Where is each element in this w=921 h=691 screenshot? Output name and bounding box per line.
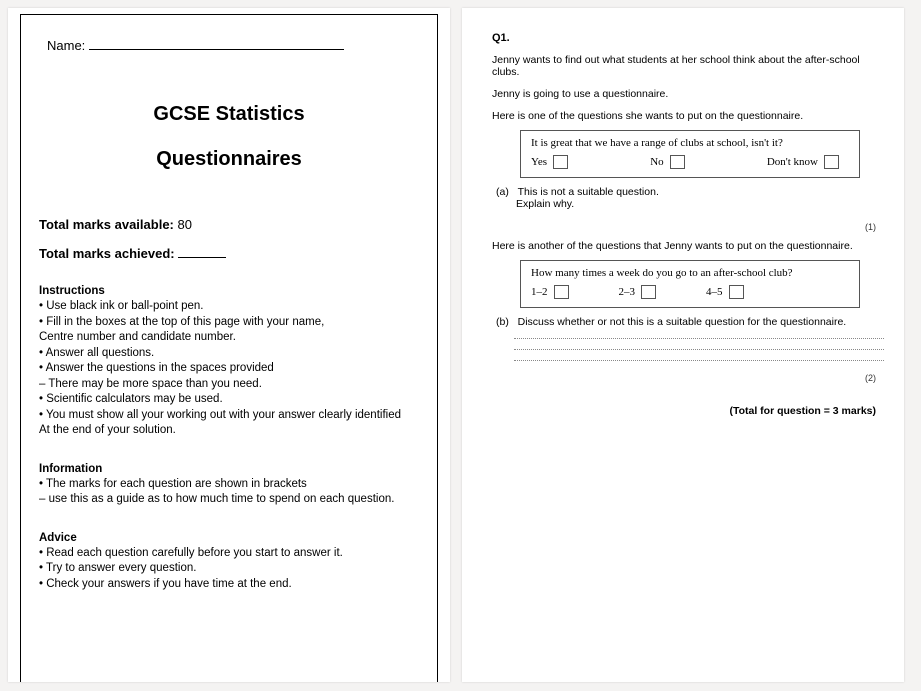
marks-block: Total marks available: 80 Total marks ac… (39, 217, 419, 261)
answer-line[interactable] (514, 360, 884, 361)
doc-title-1: GCSE Statistics (39, 103, 419, 126)
name-row: Name: (47, 37, 419, 53)
question-total: (Total for question = 3 marks) (492, 405, 876, 417)
questionnaire-box-1: It is great that we have a range of club… (520, 130, 860, 178)
advice-line: • Try to answer every question. (39, 561, 419, 577)
instruction-line: • Answer all questions. (39, 346, 419, 362)
instruction-line: • Scientific calculators may be used. (39, 392, 419, 408)
box1-opt-label: No (650, 156, 663, 168)
answer-line[interactable] (514, 349, 884, 350)
q1-intro-1: Jenny wants to find out what students at… (492, 54, 878, 78)
title-block: GCSE Statistics Questionnaires (39, 103, 419, 171)
page-1: Name: GCSE Statistics Questionnaires Tot… (8, 8, 450, 682)
box1-prompt: It is great that we have a range of club… (531, 137, 849, 149)
instruction-line: At the end of your solution. (39, 423, 419, 439)
instruction-line: – There may be more space than you need. (39, 377, 419, 393)
q1-intro-2: Jenny is going to use a questionnaire. (492, 88, 878, 100)
advice-heading: Advice (39, 532, 419, 544)
box1-options: Yes No Don't know (531, 155, 849, 169)
q1-intro-3: Here is one of the questions she wants t… (492, 110, 878, 122)
instruction-line: • You must show all your working out wit… (39, 408, 419, 424)
part-b: (b) Discuss whether or not this is a sui… (492, 316, 878, 328)
checkbox-icon[interactable] (824, 155, 839, 169)
total-achieved-blank[interactable] (178, 246, 226, 258)
box2-opt-label: 2–3 (619, 286, 636, 298)
advice-line: • Check your answers if you have time at… (39, 577, 419, 593)
box2-prompt: How many times a week do you go to an af… (531, 267, 849, 279)
information-heading: Information (39, 463, 419, 475)
box2-opt-label: 1–2 (531, 286, 548, 298)
questionnaire-box-2: How many times a week do you go to an af… (520, 260, 860, 308)
page-2-content: Q1. Jenny wants to find out what student… (474, 14, 892, 682)
information-line: • The marks for each question are shown … (39, 477, 419, 493)
total-achieved-label: Total marks achieved: (39, 246, 178, 261)
box1-opt-label: Yes (531, 156, 547, 168)
name-blank[interactable] (89, 37, 344, 50)
part-b-label: (b) (496, 316, 509, 328)
information-list: • The marks for each question are shown … (39, 477, 419, 508)
total-achieved-line: Total marks achieved: (39, 246, 419, 261)
part-a: (a) This is not a suitable question. Exp… (492, 186, 878, 210)
checkbox-icon[interactable] (729, 285, 744, 299)
instruction-line: • Answer the questions in the spaces pro… (39, 361, 419, 377)
total-available-value: 80 (178, 217, 192, 232)
part-a-text-1: This is not a suitable question. (518, 186, 659, 198)
part-b-marks: (2) (492, 373, 876, 383)
checkbox-icon[interactable] (553, 155, 568, 169)
doc-title-2: Questionnaires (39, 148, 419, 171)
part-b-text: Discuss whether or not this is a suitabl… (518, 316, 847, 328)
total-available-label: Total marks available: (39, 217, 178, 232)
box2-options: 1–2 2–3 4–5 (531, 285, 849, 299)
part-a-label: (a) (496, 186, 509, 198)
total-available-line: Total marks available: 80 (39, 217, 419, 232)
part-a-marks: (1) (492, 222, 876, 232)
answer-line[interactable] (514, 338, 884, 339)
box1-opt-label: Don't know (767, 156, 818, 168)
instruction-line: Centre number and candidate number. (39, 330, 419, 346)
instructions-list: • Use black ink or ball-point pen. • Fil… (39, 299, 419, 439)
name-label: Name: (47, 38, 85, 53)
q1-intro-4: Here is another of the questions that Je… (492, 240, 878, 252)
box2-opt-label: 4–5 (706, 286, 723, 298)
document-viewport: Name: GCSE Statistics Questionnaires Tot… (0, 0, 921, 691)
advice-list: • Read each question carefully before yo… (39, 546, 419, 593)
advice-line: • Read each question carefully before yo… (39, 546, 419, 562)
checkbox-icon[interactable] (670, 155, 685, 169)
checkbox-icon[interactable] (554, 285, 569, 299)
part-a-text-2: Explain why. (516, 198, 878, 210)
page-2: Q1. Jenny wants to find out what student… (462, 8, 904, 682)
checkbox-icon[interactable] (641, 285, 656, 299)
question-number: Q1. (492, 32, 878, 44)
instructions-heading: Instructions (39, 285, 419, 297)
page-1-frame: Name: GCSE Statistics Questionnaires Tot… (20, 14, 438, 682)
instruction-line: • Fill in the boxes at the top of this p… (39, 315, 419, 331)
information-line: – use this as a guide as to how much tim… (39, 492, 419, 508)
instruction-line: • Use black ink or ball-point pen. (39, 299, 419, 315)
